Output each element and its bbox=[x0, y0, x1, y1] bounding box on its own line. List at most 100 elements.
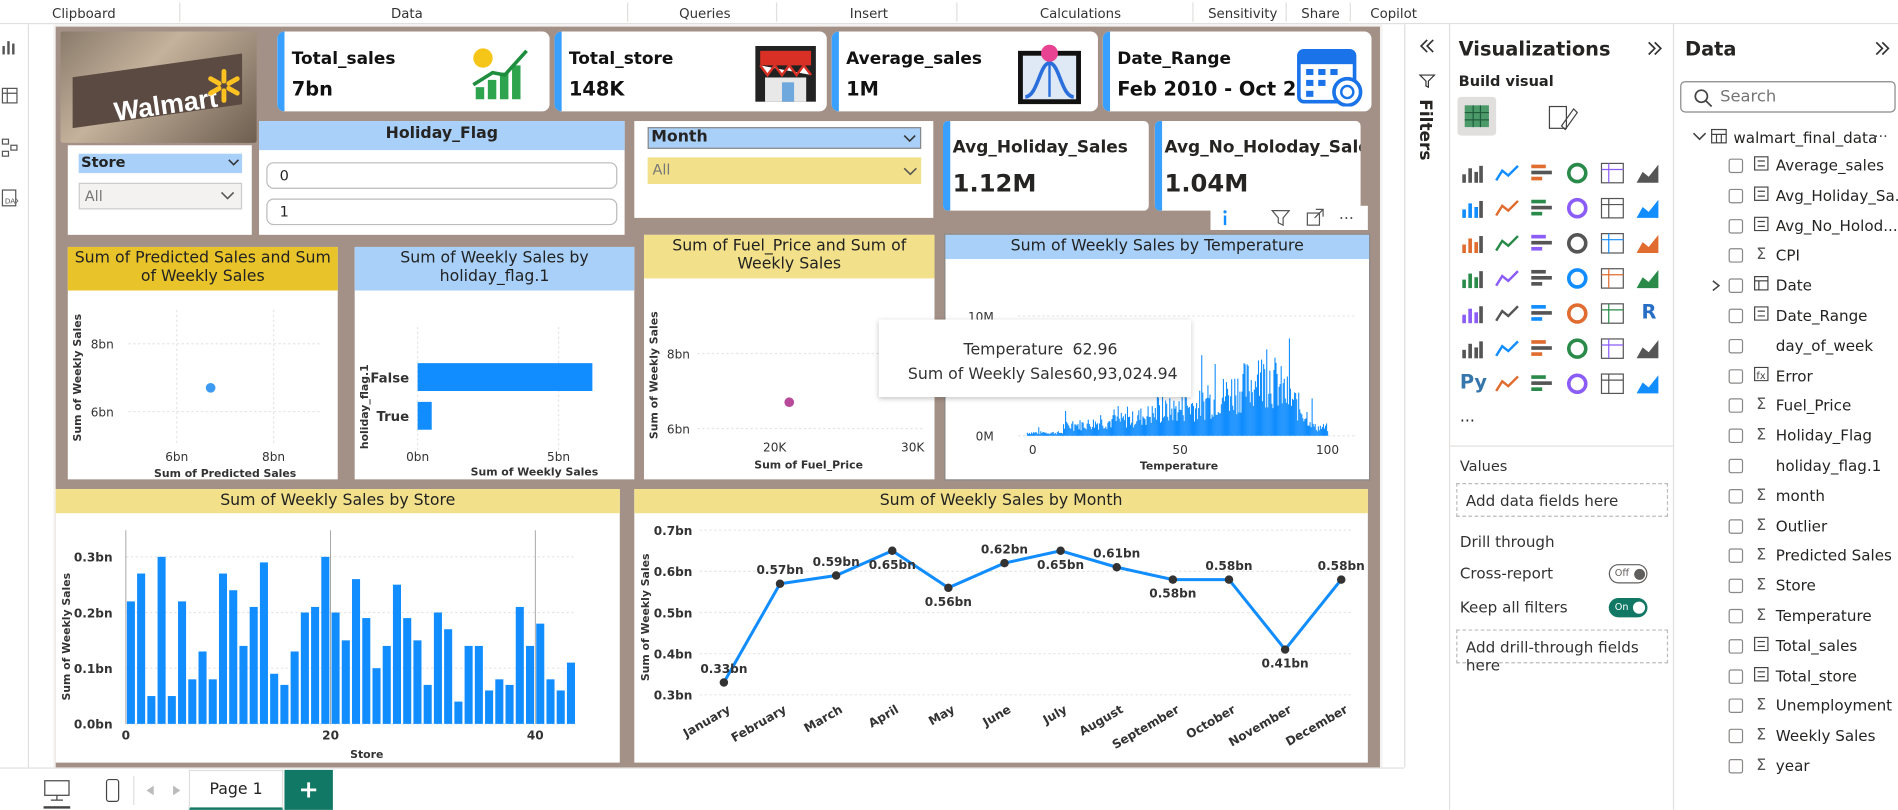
data-point[interactable] bbox=[1168, 575, 1178, 584]
visual-type-icon[interactable] bbox=[1565, 303, 1592, 327]
card-avg-holiday-sales[interactable]: Avg_Holiday_Sales 1.12M bbox=[942, 121, 1149, 211]
bar[interactable] bbox=[1315, 429, 1317, 436]
bar[interactable] bbox=[1057, 431, 1059, 436]
bar[interactable] bbox=[1039, 433, 1041, 436]
bar[interactable] bbox=[1082, 422, 1084, 436]
bar[interactable] bbox=[1200, 415, 1202, 436]
bar[interactable] bbox=[444, 629, 453, 724]
bar[interactable] bbox=[423, 684, 432, 724]
bar[interactable] bbox=[1255, 387, 1257, 436]
bar[interactable] bbox=[1265, 407, 1267, 436]
more-visuals-icon[interactable]: ... bbox=[1460, 408, 1487, 432]
bar[interactable] bbox=[1183, 420, 1185, 436]
bar[interactable] bbox=[1181, 396, 1183, 436]
visual-type-icon[interactable] bbox=[1565, 373, 1592, 397]
bar[interactable] bbox=[1067, 423, 1069, 436]
field-checkbox[interactable] bbox=[1728, 218, 1744, 234]
bar[interactable] bbox=[1135, 423, 1137, 436]
data-field-item[interactable]: Σ Unemployment bbox=[1692, 694, 1898, 721]
chart-predicted-vs-weekly[interactable]: Sum of Predicted Sales and Sum of Weekly… bbox=[67, 246, 338, 480]
field-checkbox[interactable] bbox=[1728, 728, 1744, 744]
bar[interactable] bbox=[1311, 398, 1313, 436]
ribbon-tab-data[interactable]: Data bbox=[391, 6, 423, 22]
data-field-item[interactable]: Average_sales bbox=[1692, 154, 1898, 181]
bar[interactable] bbox=[1278, 386, 1280, 436]
visual-type-icon[interactable] bbox=[1565, 232, 1592, 256]
visual-type-icon[interactable] bbox=[1530, 338, 1557, 362]
bar[interactable] bbox=[1086, 423, 1088, 436]
scatter-plot[interactable]: 6bn 8bn 8bn 6bn Sum of Predicted Sales Sum of… bbox=[68, 291, 338, 480]
bar[interactable] bbox=[1171, 408, 1173, 436]
bar[interactable] bbox=[1212, 416, 1214, 436]
bar[interactable] bbox=[167, 696, 176, 724]
bar[interactable] bbox=[1060, 432, 1063, 436]
bar[interactable] bbox=[1233, 410, 1235, 436]
store-slicer-dropdown[interactable]: All bbox=[78, 182, 243, 210]
bar[interactable] bbox=[1041, 432, 1043, 436]
bar[interactable] bbox=[1323, 428, 1326, 436]
bar[interactable] bbox=[1101, 419, 1103, 436]
bar[interactable] bbox=[1105, 426, 1107, 436]
bar[interactable] bbox=[1310, 427, 1312, 436]
bar[interactable] bbox=[1047, 433, 1049, 436]
cross-report-toggle[interactable]: Off bbox=[1608, 564, 1648, 584]
bar[interactable] bbox=[1320, 428, 1322, 436]
bar[interactable] bbox=[280, 684, 289, 724]
bar[interactable] bbox=[1198, 408, 1200, 436]
bar[interactable] bbox=[1291, 398, 1294, 436]
bar[interactable] bbox=[1217, 411, 1219, 436]
bar[interactable] bbox=[1124, 413, 1126, 436]
bar[interactable] bbox=[1104, 428, 1106, 436]
build-visual-tab[interactable] bbox=[1457, 96, 1497, 136]
bar[interactable] bbox=[1285, 402, 1287, 436]
bar[interactable] bbox=[1300, 412, 1302, 436]
bar[interactable] bbox=[1098, 429, 1100, 436]
visual-type-icon[interactable] bbox=[1530, 303, 1557, 327]
chart-weekly-by-store[interactable]: Sum of Weekly Sales by Store 0.3bn 0.2bn 0… bbox=[55, 489, 620, 763]
dax-query-view-icon[interactable]: DAX bbox=[1, 189, 18, 208]
visual-type-icon[interactable] bbox=[1600, 338, 1627, 362]
bar[interactable] bbox=[1048, 434, 1050, 436]
bar[interactable] bbox=[1136, 421, 1138, 436]
bar[interactable] bbox=[1049, 433, 1051, 436]
bar[interactable] bbox=[1247, 365, 1249, 436]
bar[interactable] bbox=[1157, 397, 1159, 436]
field-checkbox[interactable] bbox=[1728, 488, 1744, 504]
bar[interactable] bbox=[1197, 419, 1199, 436]
bar[interactable] bbox=[1258, 395, 1261, 436]
bar[interactable] bbox=[178, 601, 187, 724]
bar[interactable] bbox=[1150, 422, 1152, 436]
chevron-down-icon[interactable] bbox=[228, 159, 240, 167]
bar[interactable] bbox=[157, 556, 166, 724]
bar[interactable] bbox=[1267, 407, 1269, 436]
data-point[interactable] bbox=[1112, 563, 1121, 572]
bar[interactable] bbox=[1050, 432, 1052, 436]
bar[interactable] bbox=[1134, 424, 1136, 436]
bar[interactable] bbox=[1276, 373, 1278, 436]
bar[interactable] bbox=[417, 363, 593, 391]
visual-type-icon[interactable] bbox=[1460, 303, 1487, 327]
bar[interactable] bbox=[1235, 395, 1237, 436]
table-view-icon[interactable] bbox=[1, 87, 18, 104]
collapse-pane-icon[interactable] bbox=[1646, 40, 1663, 57]
field-checkbox[interactable] bbox=[1728, 248, 1744, 264]
bar[interactable] bbox=[1095, 424, 1098, 436]
data-field-item[interactable]: Total_store bbox=[1692, 664, 1898, 691]
bar[interactable] bbox=[1185, 397, 1187, 436]
bar[interactable] bbox=[1119, 421, 1121, 436]
bar[interactable] bbox=[1221, 397, 1223, 436]
bar[interactable] bbox=[1069, 427, 1071, 436]
bar[interactable] bbox=[566, 662, 575, 724]
visual-type-icon[interactable] bbox=[1600, 232, 1627, 256]
bar[interactable] bbox=[1029, 434, 1032, 436]
bar[interactable] bbox=[1225, 382, 1228, 436]
bar[interactable] bbox=[1110, 427, 1112, 436]
data-field-item[interactable]: Σyear bbox=[1692, 754, 1898, 781]
bar[interactable] bbox=[331, 612, 340, 724]
bar[interactable] bbox=[198, 651, 207, 724]
bar[interactable] bbox=[1184, 390, 1186, 436]
data-point[interactable] bbox=[775, 579, 785, 588]
bar[interactable] bbox=[1127, 417, 1130, 436]
data-field-item[interactable]: day_of_week bbox=[1692, 334, 1898, 361]
bar[interactable] bbox=[1257, 360, 1260, 436]
